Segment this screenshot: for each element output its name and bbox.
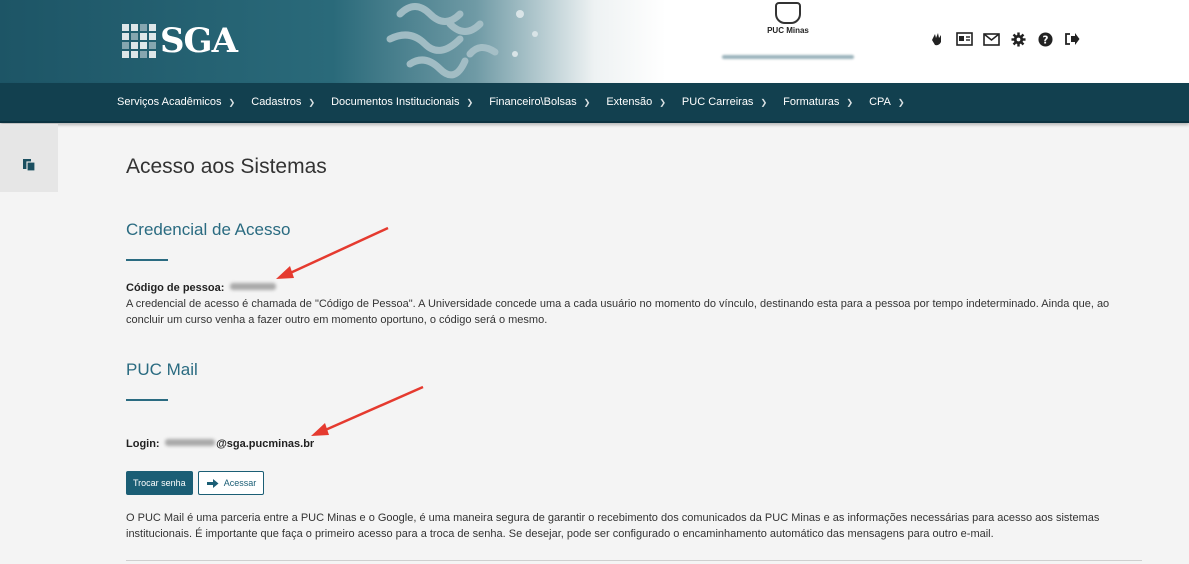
heading-underline — [126, 259, 168, 261]
access-button[interactable]: Acessar — [197, 471, 265, 495]
nav-item-formaturas[interactable]: Formaturas ❯ — [783, 96, 853, 108]
change-password-button[interactable]: Trocar senha — [126, 471, 193, 495]
page-title: Acesso aos Sistemas — [126, 155, 327, 178]
login-label: Login: — [126, 438, 160, 450]
nav-item-label: Financeiro\Bolsas — [489, 96, 577, 108]
logout-icon[interactable] — [1063, 30, 1081, 48]
puc-mail-section: PUC Mail Login: @sga.pucminas.br Trocar … — [126, 360, 1146, 542]
credencial-description: A credencial de acesso é chamada de "Cód… — [126, 298, 1110, 326]
nav-item-cpa[interactable]: CPA ❯ — [869, 96, 905, 108]
annotation-arrow-login — [311, 385, 424, 436]
puc-minas-brand: PUC Minas — [718, 2, 858, 59]
nav-item-financeiro-bolsas[interactable]: Financeiro\Bolsas ❯ — [489, 96, 590, 108]
arrow-right-icon — [206, 478, 219, 488]
chevron-down-icon: ❯ — [897, 97, 905, 107]
puc-crest-icon — [775, 2, 801, 24]
codigo-pessoa-label: Código de pessoa: — [126, 282, 225, 294]
heading-underline — [126, 399, 168, 401]
chevron-down-icon: ❯ — [466, 97, 474, 107]
nav-menu: Serviços Acadêmicos ❯ Cadastros ❯ Document… — [117, 83, 921, 121]
sga-logo[interactable]: SGA — [122, 20, 238, 62]
header-icons: ? — [928, 30, 1081, 48]
envelope-icon[interactable] — [982, 30, 1000, 48]
nav-item-documentos-institucionais[interactable]: Documentos Institucionais ❯ — [331, 96, 473, 108]
nav-item-cadastros[interactable]: Cadastros ❯ — [251, 96, 315, 108]
sga-logo-text: SGA — [160, 21, 238, 61]
chevron-down-icon: ❯ — [583, 97, 591, 107]
nav-item-label: CPA — [869, 96, 891, 108]
copy-icon — [22, 158, 36, 192]
nav-item-label: Cadastros — [251, 96, 302, 108]
puc-mail-heading: PUC Mail — [126, 360, 198, 379]
gear-icon[interactable] — [1009, 30, 1027, 48]
chevron-down-icon: ❯ — [760, 97, 768, 107]
sga-logo-mark-icon — [122, 24, 156, 58]
main-nav: Serviços Acadêmicos ❯ Cadastros ❯ Document… — [0, 83, 1189, 123]
nav-item-label: Documentos Institucionais — [331, 96, 460, 108]
nav-item-label: Serviços Acadêmicos — [117, 96, 222, 108]
nav-item-servicos-academicos[interactable]: Serviços Acadêmicos ❯ — [117, 96, 235, 108]
nav-item-puc-carreiras[interactable]: PUC Carreiras ❯ — [682, 96, 767, 108]
chevron-down-icon: ❯ — [308, 97, 316, 107]
svg-text:?: ? — [1042, 34, 1048, 46]
puc-brand-name: PUC Minas — [767, 26, 809, 35]
header-decoration — [386, 3, 538, 79]
access-button-label: Acessar — [223, 478, 257, 488]
puc-mail-description: O PUC Mail é uma parceria entre a PUC Mi… — [126, 512, 1100, 540]
redacted-login-user — [165, 439, 216, 447]
chevron-down-icon: ❯ — [846, 97, 854, 107]
chevron-down-icon: ❯ — [659, 97, 666, 107]
redacted-user-name — [722, 55, 854, 59]
nav-item-label: PUC Carreiras — [681, 96, 754, 108]
id-card-icon[interactable] — [955, 30, 973, 48]
mail-actions: Trocar senha Acessar — [126, 471, 1146, 495]
main-content: Acesso aos Sistemas Credencial de Acesso… — [126, 150, 1146, 561]
help-icon[interactable]: ? — [1036, 30, 1054, 48]
sign-language-icon[interactable] — [928, 30, 946, 48]
nav-item-extensao[interactable]: Extensão ❯ — [606, 96, 666, 108]
chevron-down-icon: ❯ — [228, 97, 236, 107]
annotation-arrow-codigo — [276, 226, 389, 279]
login-domain: @sga.pucminas.br — [216, 438, 315, 450]
redacted-codigo-pessoa — [229, 283, 276, 291]
nav-item-label: Extensão — [606, 96, 653, 108]
header-bar: SGA PUC Minas ? — [0, 0, 1189, 83]
section-divider — [126, 560, 1142, 561]
nav-item-label: Formaturas — [783, 96, 840, 108]
sidebar-toggle[interactable] — [0, 124, 58, 192]
